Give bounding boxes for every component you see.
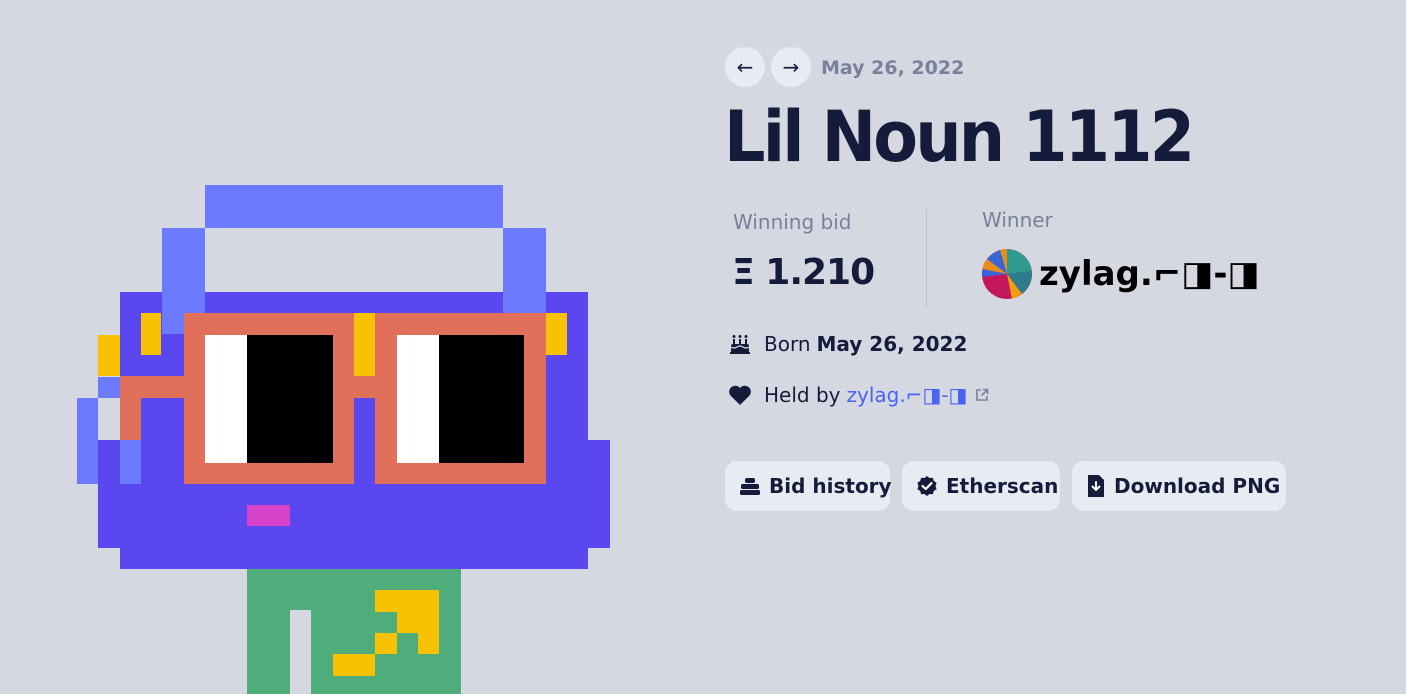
held-by-label: Held by <box>764 383 841 407</box>
avatar-pie-icon <box>982 249 1032 299</box>
owner-link[interactable]: zylag.⌐◨-◨ <box>846 383 967 407</box>
winning-bid-label: Winning bid <box>733 210 852 234</box>
winner-label: Winner <box>982 208 1053 232</box>
download-png-button[interactable]: Download PNG <box>1072 461 1286 511</box>
heart-icon <box>727 382 753 408</box>
born-date: May 26, 2022 <box>816 332 968 356</box>
bid-history-label: Bid history <box>769 474 892 498</box>
held-by-row: Held by zylag.⌐◨-◨ <box>727 382 989 408</box>
page-title: Lil Noun 1112 <box>724 96 1195 178</box>
etherscan-button[interactable]: Etherscan <box>902 461 1060 511</box>
auction-date: May 26, 2022 <box>821 57 965 79</box>
noun-pixel-art <box>77 185 610 694</box>
external-link-icon[interactable] <box>975 388 989 402</box>
born-row: Born May 26, 2022 <box>727 331 967 357</box>
bid-history-button[interactable]: Bid history <box>725 461 892 511</box>
stack-icon <box>739 476 761 496</box>
winner-name[interactable]: zylag.⌐◨-◨ <box>1039 254 1260 294</box>
winner-avatar[interactable] <box>982 249 1032 299</box>
previous-noun-button[interactable]: ← <box>725 47 765 87</box>
noun-image <box>0 0 700 694</box>
etherscan-label: Etherscan <box>946 474 1059 498</box>
arrow-right-icon: → <box>782 55 800 79</box>
verified-check-icon <box>916 475 938 497</box>
file-download-icon <box>1086 474 1106 498</box>
download-png-label: Download PNG <box>1114 474 1281 498</box>
cake-icon <box>727 331 753 357</box>
winning-bid-value: Ξ 1.210 <box>732 252 875 293</box>
born-label: Born <box>764 332 811 356</box>
stats-divider <box>926 209 927 307</box>
next-noun-button[interactable]: → <box>771 47 811 87</box>
arrow-left-icon: ← <box>736 55 754 79</box>
